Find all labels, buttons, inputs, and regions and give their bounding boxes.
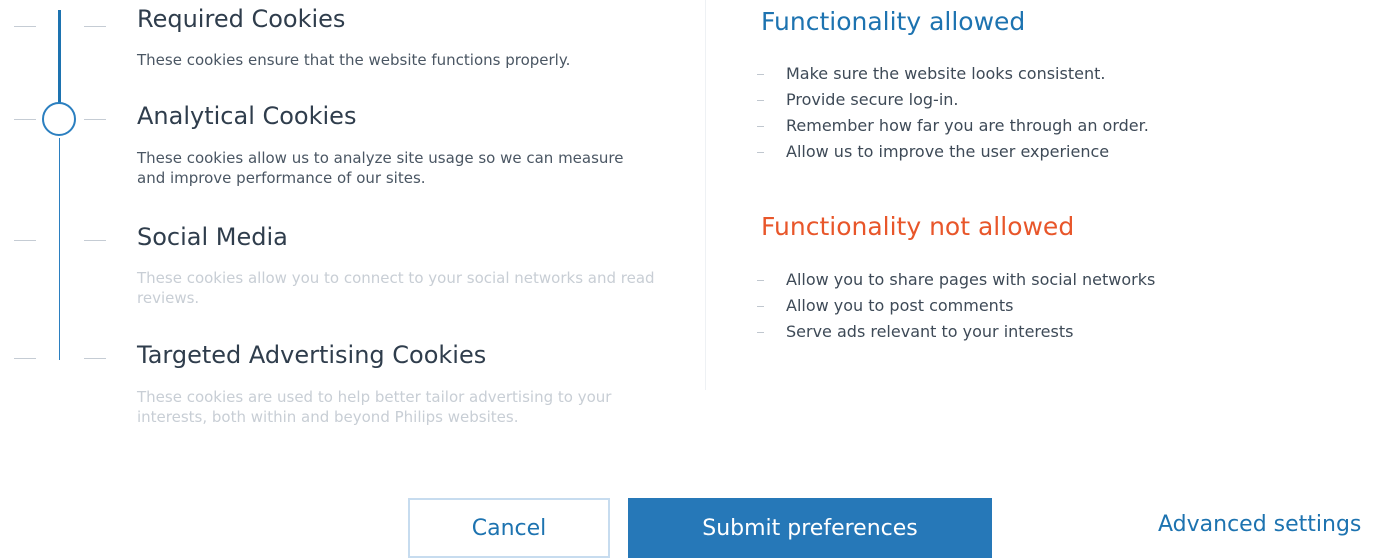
list-item: Make sure the website looks consistent.	[757, 61, 1149, 87]
slider-track-inactive	[59, 138, 60, 360]
dash-bullet-icon	[757, 306, 764, 307]
list-item: Allow you to share pages with social net…	[757, 267, 1155, 293]
level-title: Analytical Cookies	[137, 102, 357, 130]
functionality-not-allowed-heading: Functionality not allowed	[761, 212, 1075, 241]
column-divider	[705, 0, 706, 390]
level-title: Required Cookies	[137, 5, 346, 33]
list-item: Provide secure log-in.	[757, 87, 1149, 113]
list-item: Remember how far you are through an orde…	[757, 113, 1149, 139]
level-description: These cookies allow us to analyze site u…	[137, 149, 624, 187]
dash-bullet-icon	[757, 280, 764, 281]
level-title: Targeted Advertising Cookies	[137, 341, 487, 369]
list-item: Allow you to post comments	[757, 293, 1155, 319]
list-item-text: Make sure the website looks consistent.	[786, 64, 1106, 83]
list-item-text: Serve ads relevant to your interests	[786, 322, 1074, 341]
slider-track-active	[58, 10, 61, 103]
list-item: Allow us to improve the user experience	[757, 139, 1149, 165]
list-item-text: Allow you to post comments	[786, 296, 1014, 315]
dash-bullet-icon	[757, 152, 764, 153]
slider-tick-right	[84, 26, 106, 27]
submit-preferences-button[interactable]: Submit preferences	[628, 498, 992, 558]
slider-tick-right	[84, 358, 106, 359]
slider-tick-left	[14, 240, 36, 241]
dash-bullet-icon	[757, 126, 764, 127]
slider-tick-right	[84, 119, 106, 120]
level-description: These cookies are used to help better ta…	[137, 388, 612, 426]
level-title: Social Media	[137, 223, 288, 251]
functionality-allowed-heading: Functionality allowed	[761, 7, 1026, 36]
cancel-button[interactable]: Cancel	[408, 498, 610, 558]
dash-bullet-icon	[757, 74, 764, 75]
slider-tick-left	[14, 119, 36, 120]
dash-bullet-icon	[757, 100, 764, 101]
dash-bullet-icon	[757, 332, 764, 333]
functionality-allowed-list: Make sure the website looks consistent. …	[757, 61, 1149, 165]
functionality-not-allowed-list: Allow you to share pages with social net…	[757, 267, 1155, 345]
advanced-settings-link[interactable]: Advanced settings	[1158, 512, 1361, 537]
slider-handle[interactable]	[42, 102, 76, 136]
list-item-text: Allow you to share pages with social net…	[786, 270, 1156, 289]
list-item: Serve ads relevant to your interests	[757, 319, 1155, 345]
level-description: These cookies allow you to connect to yo…	[137, 269, 655, 307]
list-item-text: Remember how far you are through an orde…	[786, 116, 1149, 135]
slider-tick-left	[14, 26, 36, 27]
level-description: These cookies ensure that the website fu…	[137, 51, 571, 69]
list-item-text: Allow us to improve the user experience	[786, 142, 1110, 161]
slider-tick-right	[84, 240, 106, 241]
slider-tick-left	[14, 358, 36, 359]
list-item-text: Provide secure log-in.	[786, 90, 959, 109]
